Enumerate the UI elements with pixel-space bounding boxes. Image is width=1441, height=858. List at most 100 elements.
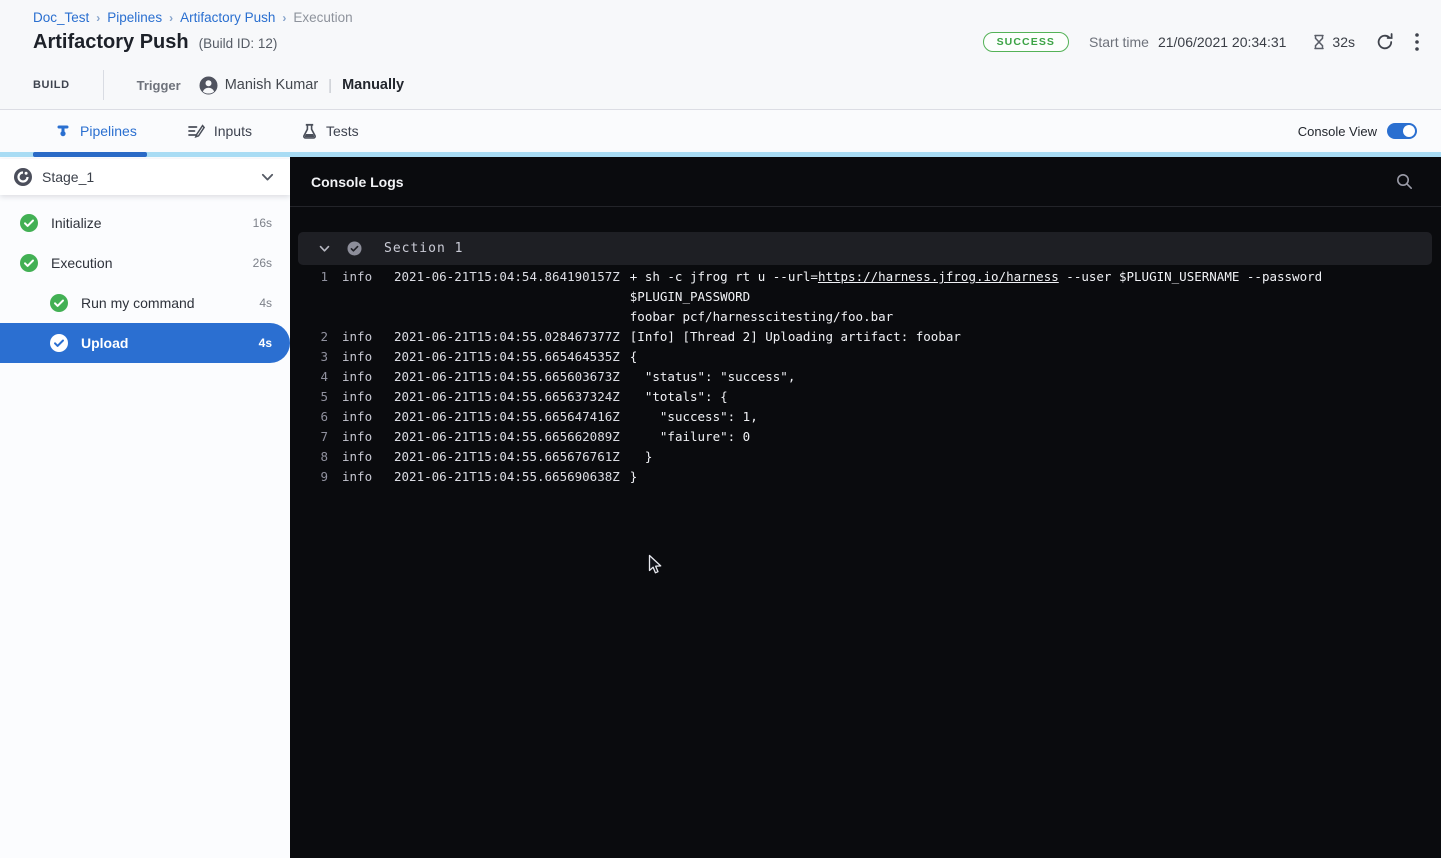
tab-label: Pipelines (80, 123, 137, 139)
log-line: 8 info2021-06-21T15:04:55.665676761Z } (290, 447, 1441, 467)
tab-inputs[interactable]: Inputs (187, 123, 252, 139)
section-title: Section 1 (384, 241, 463, 256)
log-message: "failure": 0 (630, 427, 770, 447)
step-run-my-command[interactable]: Run my command4s (0, 283, 290, 323)
log-line: 3info2021-06-21T15:04:55.665464535Z{ (290, 347, 1441, 367)
log-timestamp: 2021-06-21T15:04:55.665662089Z (394, 427, 620, 447)
breadcrumb-separator: › (282, 11, 286, 25)
chevron-down-icon[interactable] (261, 173, 274, 182)
log-line: 1 info2021-06-21T15:04:54.864190157Z + sh … (290, 267, 1441, 327)
build-type-label: BUILD (33, 79, 70, 91)
step-duration: 4s (259, 336, 272, 350)
stage-sidebar: Stage_1 Initialize16sExecution26sRun my … (0, 157, 290, 858)
log-message: } (630, 467, 658, 487)
log-timestamp: 2021-06-21T15:04:55.665676761Z (394, 447, 620, 467)
log-timestamp: 2021-06-21T15:04:55.665603673Z (394, 367, 620, 387)
breadcrumb-separator: › (169, 11, 173, 25)
start-time-value: 21/06/2021 20:34:31 (1158, 34, 1286, 50)
stage-selector[interactable]: Stage_1 (0, 159, 290, 195)
tab-label: Tests (326, 123, 359, 139)
step-label: Execution (51, 255, 112, 271)
log-line: 2info2021-06-21T15:04:55.028467377Z[Info… (290, 327, 1441, 347)
page-title: Artifactory Push (33, 31, 189, 54)
log-message: } (630, 447, 673, 467)
log-message: + sh -c jfrog rt u --url=https://harness… (630, 267, 1441, 327)
tab-pipelines[interactable]: Pipelines (55, 123, 137, 139)
log-message: { (630, 347, 658, 367)
step-execution[interactable]: Execution26s (0, 243, 290, 283)
more-options-button[interactable] (1415, 33, 1419, 51)
log-timestamp: 2021-06-21T15:04:55.028467377Z (394, 327, 620, 347)
stage-name: Stage_1 (42, 169, 251, 185)
duration-value: 32s (1332, 34, 1355, 50)
active-tab-underline (33, 152, 147, 157)
tests-flask-icon (302, 123, 317, 139)
breadcrumb-pipelines[interactable]: Pipelines (107, 10, 162, 25)
breadcrumb: Doc_Test › Pipelines › Artifactory Push … (33, 10, 1441, 25)
breadcrumb-separator: › (96, 11, 100, 25)
log-line-number: 1 (290, 267, 328, 287)
log-line: 7 info2021-06-21T15:04:55.665662089Z "fai… (290, 427, 1441, 447)
pipeline-execution-page: Doc_Test › Pipelines › Artifactory Push … (0, 0, 1441, 858)
log-message: "totals": { (630, 387, 748, 407)
inputs-icon (187, 123, 205, 139)
console-view-toggle[interactable] (1387, 123, 1417, 139)
log-level: info (342, 427, 390, 447)
log-timestamp: 2021-06-21T15:04:55.665464535Z (394, 347, 620, 367)
log-level: info (342, 467, 390, 487)
step-upload[interactable]: Upload 4s (0, 323, 290, 363)
log-link[interactable]: https://harness.jfrog.io/harness (818, 269, 1059, 284)
status-badge: SUCCESS (983, 32, 1069, 52)
log-line: 6info2021-06-21T15:04:55.665647416Z "suc… (290, 407, 1441, 427)
section-success-icon (347, 241, 362, 256)
console-logs-title: Console Logs (311, 174, 404, 190)
breadcrumb-project[interactable]: Doc_Test (33, 10, 89, 25)
trigger-label: Trigger (137, 78, 181, 93)
tab-tests[interactable]: Tests (302, 123, 359, 139)
trigger-user-name[interactable]: Manish Kumar (225, 77, 318, 93)
log-section-header[interactable]: Section 1 (298, 232, 1432, 265)
step-initialize[interactable]: Initialize 16s (0, 203, 290, 243)
step-success-icon (50, 334, 68, 352)
search-icon[interactable] (1395, 172, 1414, 191)
log-message: [Info] [Thread 2] Uploading artifact: fo… (630, 327, 981, 347)
pipeline-icon (55, 123, 71, 139)
step-duration: 16s (253, 216, 272, 230)
log-message: "success": 1, (630, 407, 778, 427)
log-line: 9info2021-06-21T15:04:55.665690638Z} (290, 467, 1441, 487)
vertical-divider (103, 70, 104, 100)
log-timestamp: 2021-06-21T15:04:55.665637324Z (394, 387, 620, 407)
step-success-icon (50, 294, 68, 312)
refresh-button[interactable] (1375, 32, 1395, 52)
log-lines: 1info2021-06-21T15:04:54.864190157Z+ sh … (290, 267, 1441, 487)
log-line: 4info2021-06-21T15:04:55.665603673Z "sta… (290, 367, 1441, 387)
avatar-icon (199, 76, 218, 95)
log-level: info (342, 347, 390, 367)
log-level: info (342, 327, 390, 347)
breadcrumb-pipeline-name[interactable]: Artifactory Push (180, 10, 275, 25)
build-id-label: (Build ID: 12) (199, 36, 278, 51)
log-level: info (342, 407, 390, 427)
step-label: Initialize (51, 215, 102, 231)
console-panel: Console Logs Section 1 (290, 157, 1441, 858)
log-line-number: 4 (290, 367, 328, 387)
log-line-number: 7 (290, 427, 328, 447)
log-timestamp: 2021-06-21T15:04:55.665647416Z (394, 407, 620, 427)
log-line-number: 8 (290, 447, 328, 467)
step-list: Initialize16sExecution26sRun my command4… (0, 195, 290, 363)
trigger-type: Manually (342, 77, 404, 93)
log-level: info (342, 447, 390, 467)
log-timestamp: 2021-06-21T15:04:54.864190157Z (394, 267, 620, 287)
text-divider: | (328, 77, 332, 94)
step-label: Run my command (81, 295, 195, 311)
stage-icon (14, 168, 32, 186)
log-timestamp: 2021-06-21T15:04:55.665690638Z (394, 467, 620, 487)
chevron-down-icon[interactable] (319, 245, 330, 253)
tab-bar: Pipelines Inputs Tests Console Vi (0, 110, 1441, 152)
page-header: Doc_Test › Pipelines › Artifactory Push … (0, 0, 1441, 110)
tab-label: Inputs (214, 123, 252, 139)
step-label: Upload (81, 335, 128, 351)
log-level: info (342, 267, 390, 287)
log-line: 5info2021-06-21T15:04:55.665637324Z "tot… (290, 387, 1441, 407)
log-line-number: 5 (290, 387, 328, 407)
